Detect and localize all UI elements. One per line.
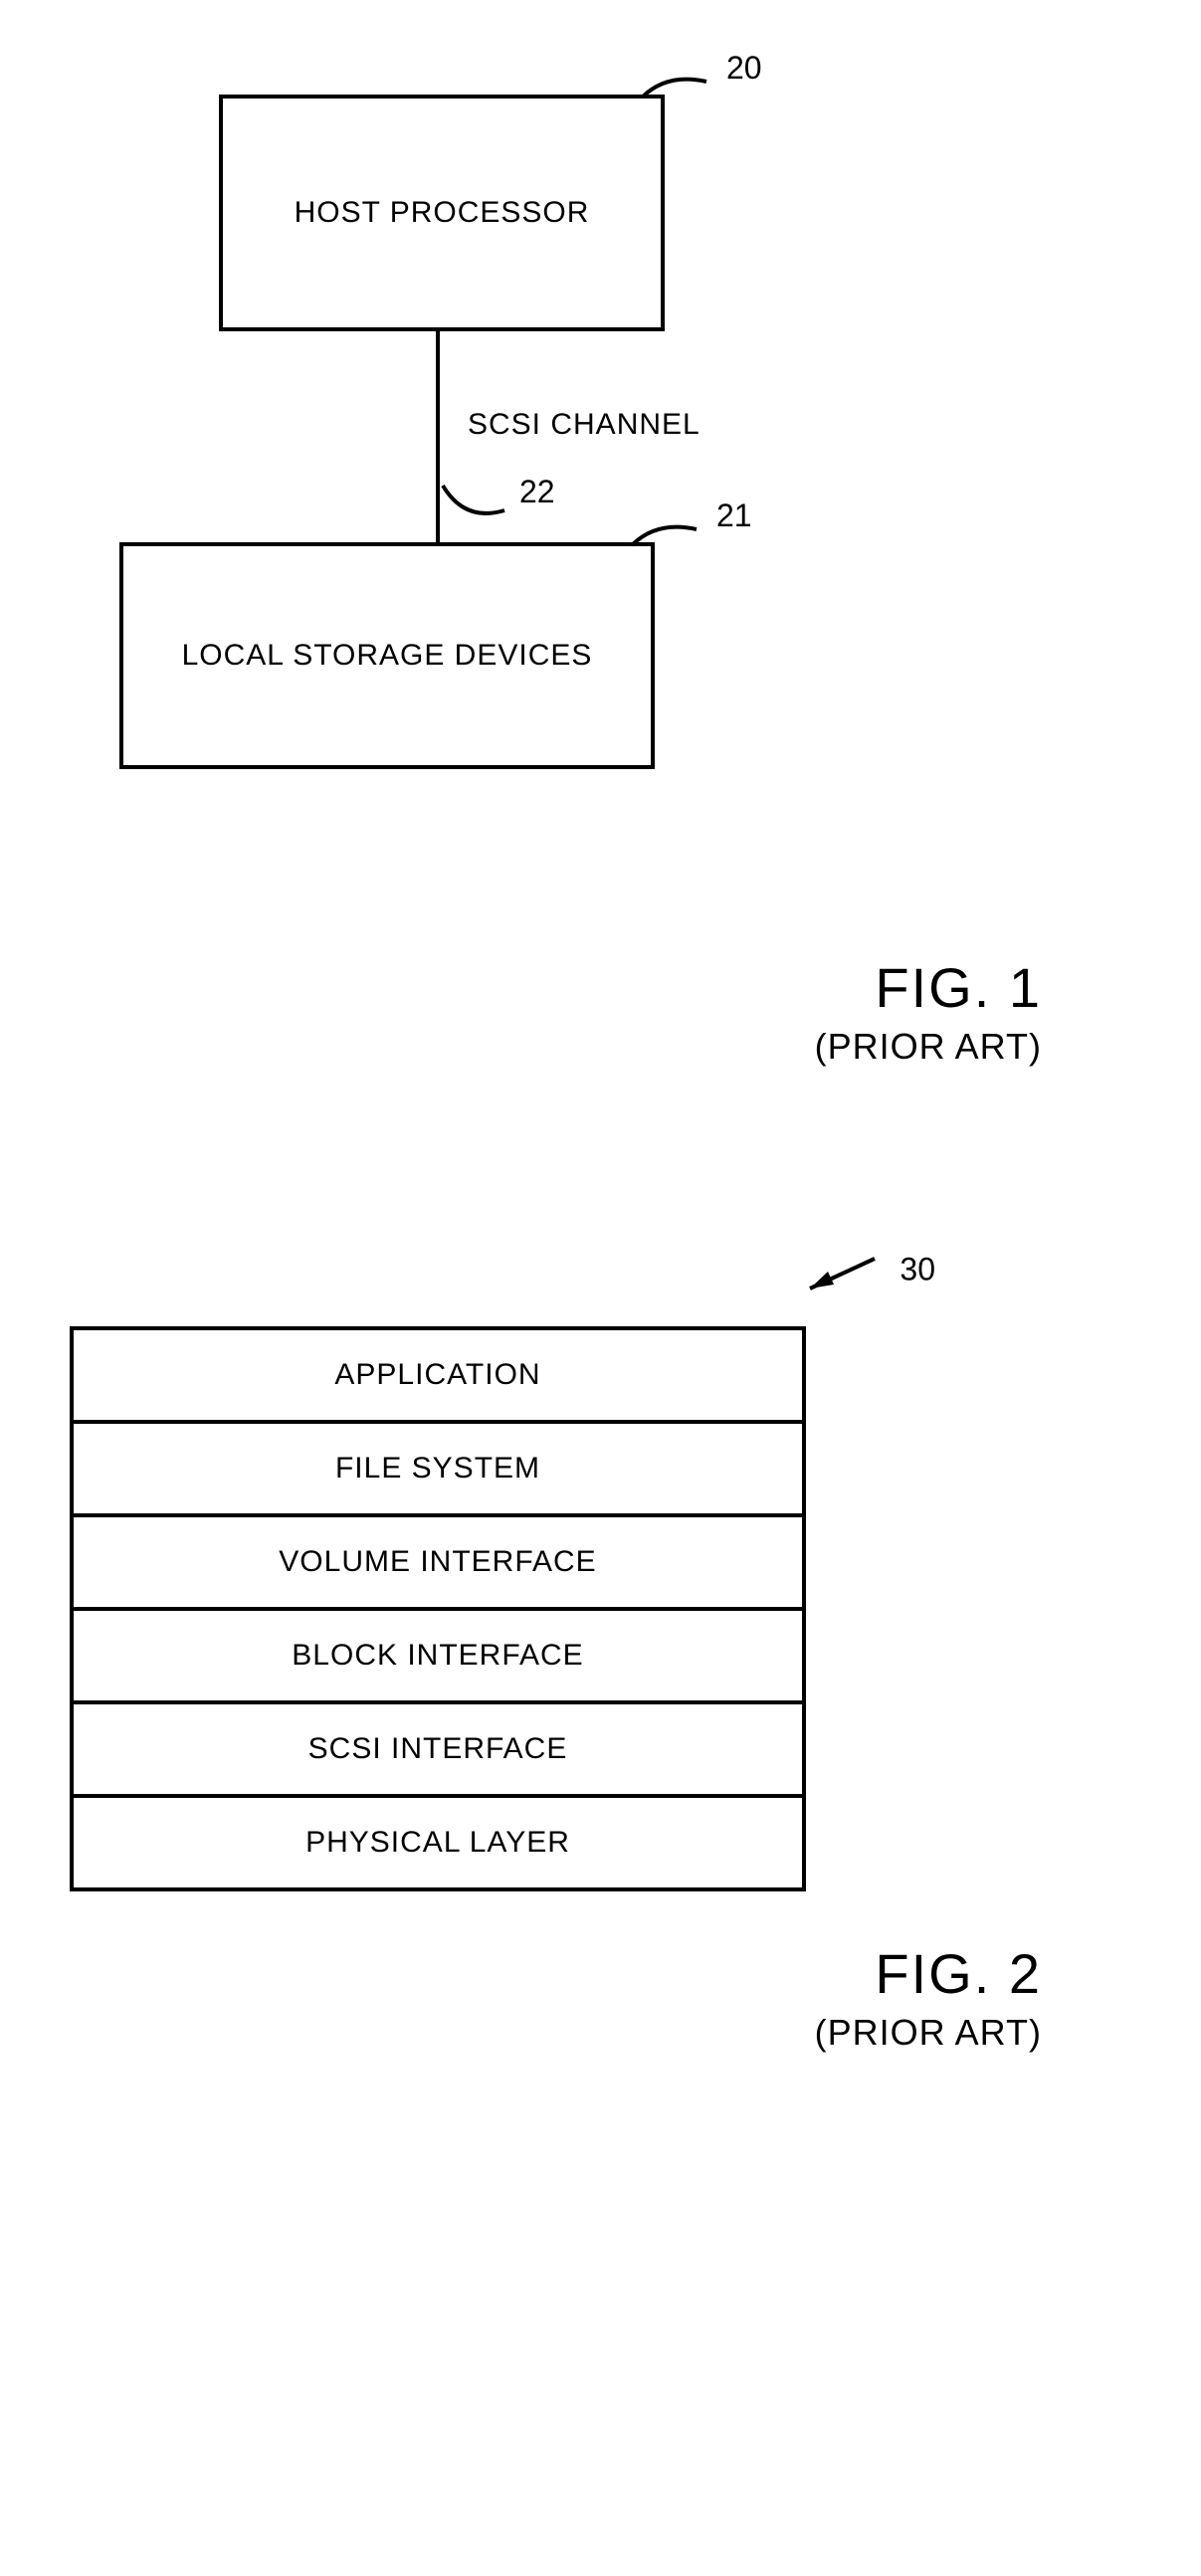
layer-row: PHYSICAL LAYER	[74, 1798, 802, 1887]
scsi-channel-label: SCSI CHANNEL	[468, 408, 701, 442]
layer-label: BLOCK INTERFACE	[292, 1639, 583, 1673]
ref-30-text: 30	[900, 1251, 935, 1287]
ref-22: 22	[519, 474, 555, 510]
scsi-channel-line	[436, 327, 440, 542]
ref-21: 21	[716, 497, 752, 534]
fig2-prior-art: (PRIOR ART)	[40, 2012, 1042, 2054]
layer-label: SCSI INTERFACE	[308, 1732, 568, 1766]
layer-row: FILE SYSTEM	[74, 1424, 802, 1517]
layer-row: BLOCK INTERFACE	[74, 1611, 802, 1704]
storage-label: LOCAL STORAGE DEVICES	[182, 639, 593, 673]
arrow-30-icon	[790, 1247, 900, 1296]
host-processor-label: HOST PROCESSOR	[295, 196, 590, 230]
leader-22	[440, 483, 519, 527]
storage-box: LOCAL STORAGE DEVICES	[119, 542, 655, 769]
ref-30: 30	[790, 1247, 935, 1296]
figure-1: HOST PROCESSOR 20 SCSI CHANNEL 22 LOCAL …	[119, 40, 836, 935]
layer-stack: APPLICATION FILE SYSTEM VOLUME INTERFACE…	[70, 1326, 806, 1891]
host-processor-box: HOST PROCESSOR	[219, 95, 665, 331]
layer-label: APPLICATION	[334, 1358, 540, 1392]
ref-20: 20	[726, 50, 762, 87]
layer-label: PHYSICAL LAYER	[305, 1826, 570, 1860]
figure-2: 30 APPLICATION FILE SYSTEM VOLUME INTERF…	[70, 1326, 806, 1891]
layer-label: VOLUME INTERFACE	[279, 1545, 596, 1579]
fig1-caption: FIG. 1	[40, 955, 1042, 1020]
layer-label: FILE SYSTEM	[335, 1452, 540, 1486]
fig2-caption: FIG. 2	[40, 1941, 1042, 2006]
layer-row: SCSI INTERFACE	[74, 1704, 802, 1798]
layer-row: APPLICATION	[74, 1330, 802, 1424]
layer-row: VOLUME INTERFACE	[74, 1517, 802, 1611]
fig1-prior-art: (PRIOR ART)	[40, 1026, 1042, 1068]
